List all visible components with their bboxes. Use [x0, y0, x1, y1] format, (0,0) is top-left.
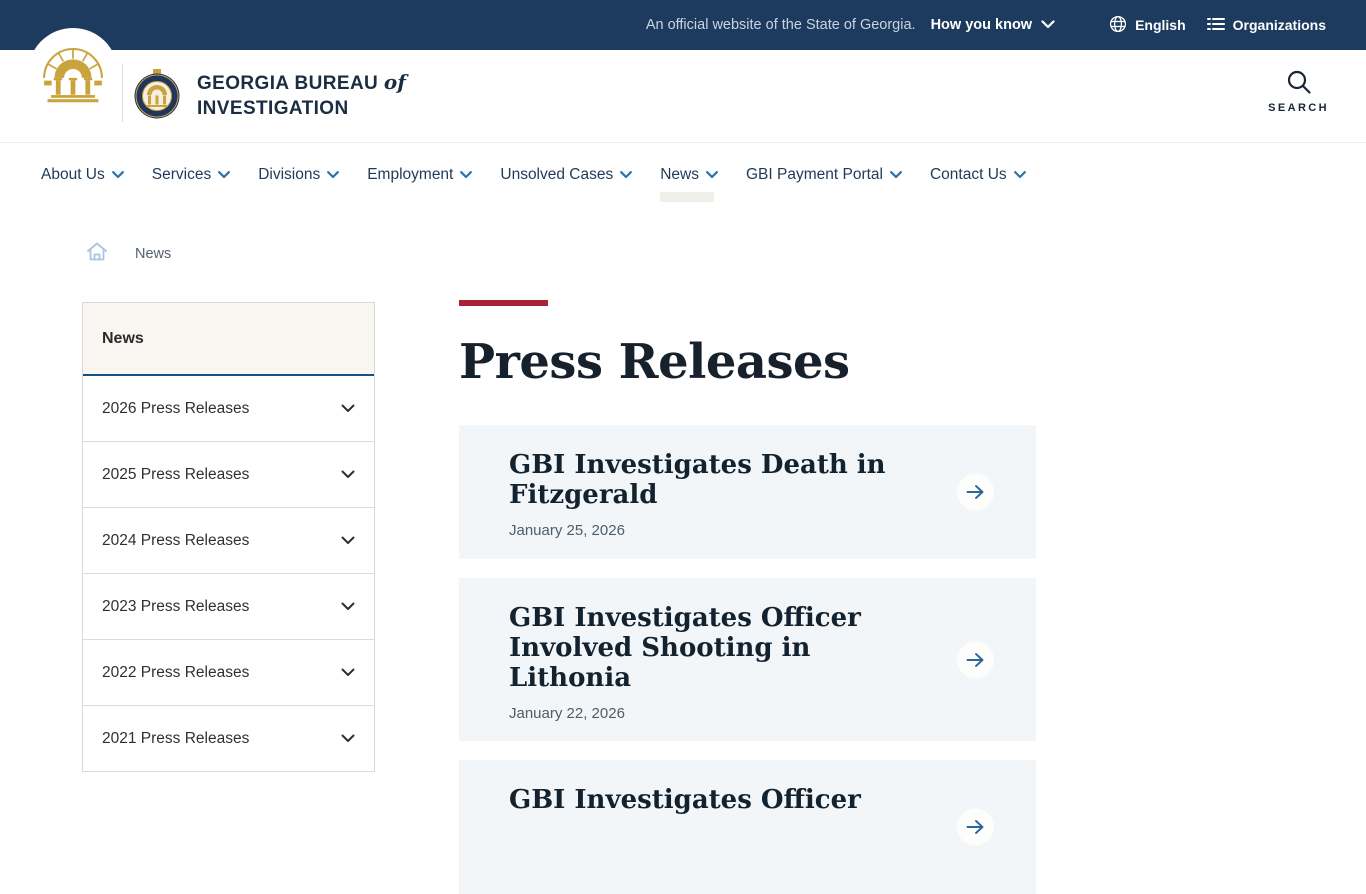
gbi-seal-icon [133, 69, 181, 119]
nav-item-label: Divisions [258, 166, 320, 184]
chevron-down-icon [1041, 17, 1055, 33]
nav-item[interactable]: Unsolved Cases [486, 143, 646, 202]
press-release-title: GBI Investigates Officer [509, 785, 926, 815]
chevron-down-icon [620, 166, 632, 184]
nav-item[interactable]: Employment [353, 143, 486, 202]
press-release-list: GBI Investigates Death in Fitzgerald Jan… [459, 425, 1036, 894]
sidebar-item[interactable]: 2022 Press Releases [83, 640, 374, 706]
site-title-line1: GEORGIA BUREAU [197, 73, 378, 94]
chevron-down-icon [327, 166, 339, 184]
sidebar-title: News [83, 303, 374, 376]
chevron-down-icon [706, 166, 718, 184]
sidebar-news-menu: News 2026 Press Releases 2025 Press Rele… [82, 302, 375, 772]
press-release-card[interactable]: GBI Investigates Officer [459, 760, 1036, 894]
main-navigation: About Us Services Divisions Employment U… [27, 143, 1040, 202]
language-label: English [1135, 17, 1186, 33]
chevron-down-icon [1014, 166, 1026, 184]
language-button[interactable]: English [1109, 15, 1186, 36]
chevron-down-icon [341, 400, 355, 418]
chevron-down-icon [218, 166, 230, 184]
site-title-line2: INVESTIGATION [197, 98, 349, 119]
sidebar-item[interactable]: 2026 Press Releases [83, 376, 374, 442]
nav-item-label: Employment [367, 166, 453, 184]
arrow-right-icon[interactable] [957, 474, 994, 511]
organizations-label: Organizations [1233, 17, 1326, 33]
sidebar-item-label: 2026 Press Releases [102, 400, 249, 418]
chevron-down-icon [341, 532, 355, 550]
nav-item-label: Services [152, 166, 211, 184]
sidebar-list: 2026 Press Releases 2025 Press Releases … [83, 376, 374, 772]
sidebar-item[interactable]: 2025 Press Releases [83, 442, 374, 508]
sidebar-item[interactable]: 2024 Press Releases [83, 508, 374, 574]
how-you-know-button[interactable]: How you know [931, 17, 1056, 33]
heading-accent-bar [459, 300, 548, 306]
sidebar-item-label: 2021 Press Releases [102, 730, 249, 748]
chevron-down-icon [890, 166, 902, 184]
site-header: GEORGIA BUREAU of INVESTIGATION SEARCH [0, 50, 1366, 143]
chevron-down-icon [341, 730, 355, 748]
nav-item[interactable]: Divisions [244, 143, 353, 202]
chevron-down-icon [112, 166, 124, 184]
search-label: SEARCH [1268, 102, 1329, 114]
logo-divider [122, 64, 123, 122]
how-you-know-label: How you know [931, 17, 1033, 33]
press-release-title: GBI Investigates Death in Fitzgerald [509, 450, 926, 510]
press-release-card[interactable]: GBI Investigates Officer Involved Shooti… [459, 578, 1036, 741]
breadcrumb-home-link[interactable] [86, 241, 108, 267]
page-title: Press Releases [459, 334, 1036, 390]
georgia-arch-icon [40, 38, 106, 109]
nav-item-label: Unsolved Cases [500, 166, 613, 184]
sidebar-item-label: 2023 Press Releases [102, 598, 249, 616]
press-release-date: January 25, 2026 [509, 522, 926, 539]
press-release-title: GBI Investigates Officer Involved Shooti… [509, 603, 926, 693]
sidebar-item-label: 2025 Press Releases [102, 466, 249, 484]
site-title-of: of [384, 70, 406, 94]
nav-item-label: News [660, 166, 699, 184]
sidebar-item-label: 2024 Press Releases [102, 532, 249, 550]
sidebar-item[interactable]: 2023 Press Releases [83, 574, 374, 640]
nav-item[interactable]: News [646, 143, 732, 202]
organizations-button[interactable]: Organizations [1207, 17, 1326, 34]
search-button[interactable]: SEARCH [1268, 68, 1329, 114]
search-icon [1285, 68, 1312, 98]
official-website-text: An official website of the State of Geor… [646, 17, 916, 33]
globe-icon [1109, 15, 1127, 36]
main-content: Press Releases GBI Investigates Death in… [459, 300, 1036, 894]
georgia-arch-logo[interactable] [28, 28, 118, 118]
chevron-down-icon [341, 598, 355, 616]
home-icon [86, 249, 108, 266]
chevron-down-icon [341, 664, 355, 682]
nav-item-label: Contact Us [930, 166, 1007, 184]
chevron-down-icon [460, 166, 472, 184]
organizations-list-icon [1207, 17, 1225, 34]
site-title[interactable]: GEORGIA BUREAU of INVESTIGATION [197, 70, 406, 121]
nav-item[interactable]: Contact Us [916, 143, 1040, 202]
breadcrumb-current: News [135, 246, 171, 262]
government-banner: An official website of the State of Geor… [0, 0, 1366, 50]
press-release-card[interactable]: GBI Investigates Death in Fitzgerald Jan… [459, 425, 1036, 559]
arrow-right-icon[interactable] [957, 809, 994, 846]
chevron-down-icon [341, 466, 355, 484]
sidebar-item-label: 2022 Press Releases [102, 664, 249, 682]
nav-item[interactable]: Services [138, 143, 244, 202]
nav-item[interactable]: GBI Payment Portal [732, 143, 916, 202]
nav-item-label: About Us [41, 166, 105, 184]
sidebar-item[interactable]: 2021 Press Releases [83, 706, 374, 772]
arrow-right-icon[interactable] [957, 641, 994, 678]
breadcrumb: News [86, 241, 171, 267]
press-release-date: January 22, 2026 [509, 705, 926, 722]
nav-item[interactable]: About Us [27, 143, 138, 202]
nav-item-label: GBI Payment Portal [746, 166, 883, 184]
